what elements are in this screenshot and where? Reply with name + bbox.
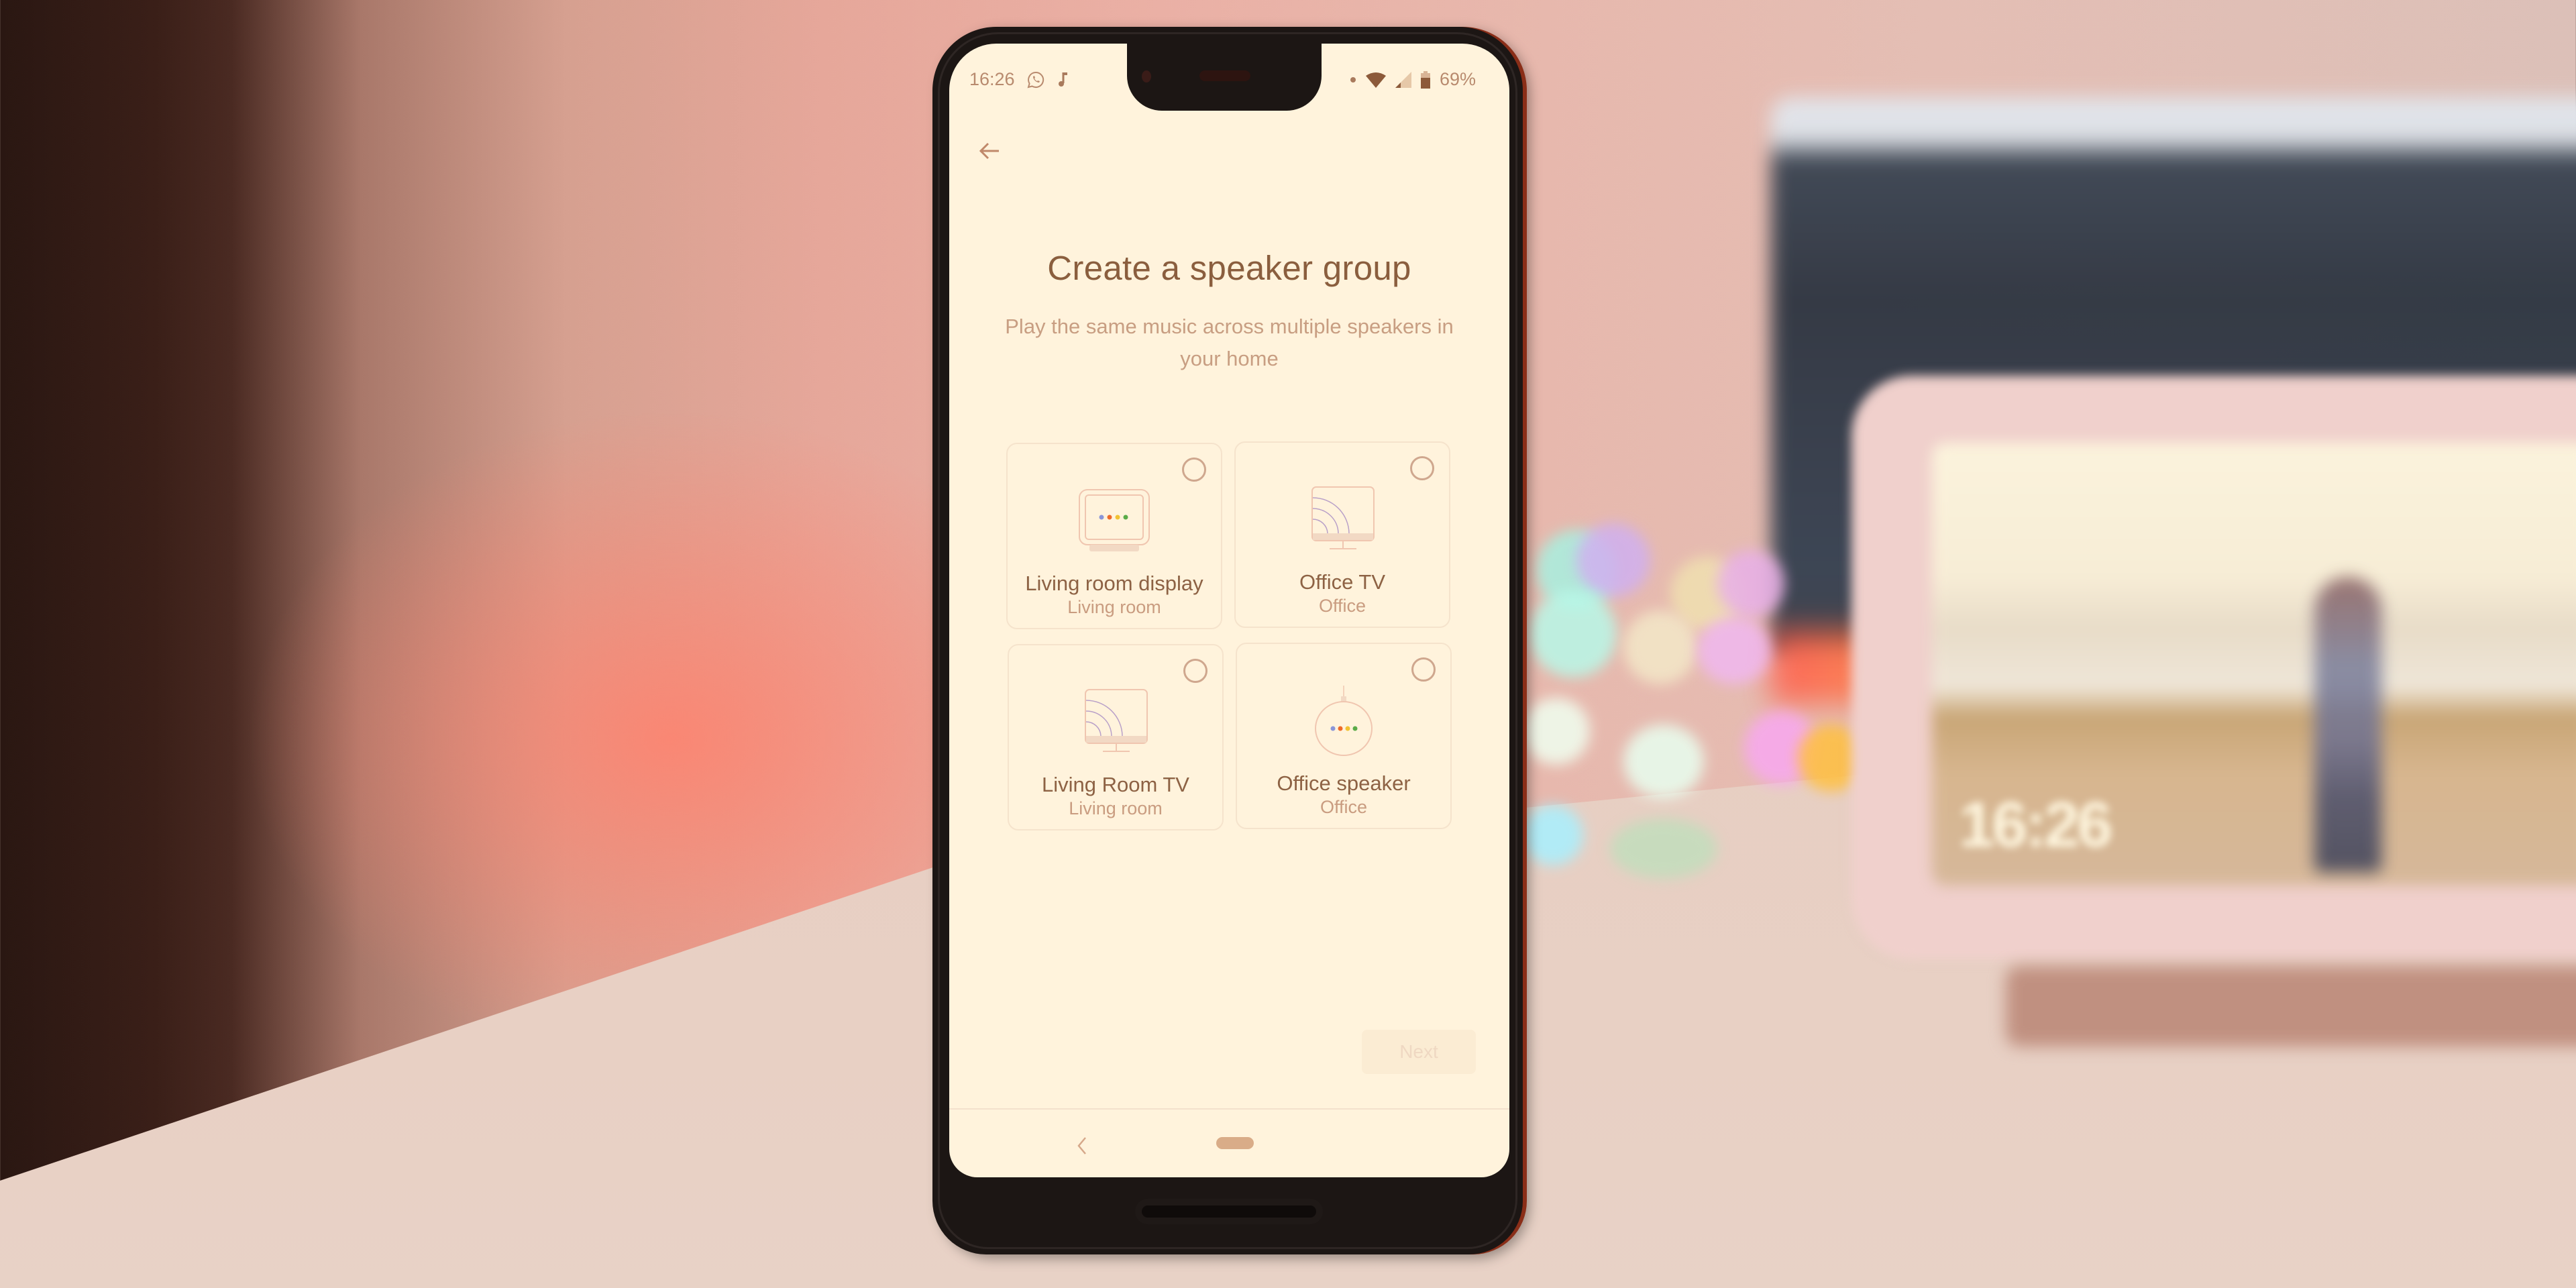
assistant-dot	[1330, 726, 1336, 731]
notification-dot-icon	[1350, 76, 1356, 83]
device-name: Office speaker	[1277, 771, 1411, 795]
bokeh-light	[1523, 698, 1590, 765]
device-name: Living room display	[1025, 572, 1203, 595]
nest-hub-clock: 16:26	[1959, 789, 2113, 861]
status-time: 16:26	[969, 69, 1015, 89]
cast-tv-icon	[1009, 686, 1222, 766]
nav-back-button[interactable]	[1072, 1134, 1092, 1158]
battery-percent: 69%	[1439, 69, 1476, 89]
next-button[interactable]: Next	[1362, 1030, 1476, 1074]
bokeh-light	[1623, 724, 1704, 798]
assistant-dot	[1345, 726, 1350, 731]
device-room: Living room	[1067, 597, 1161, 617]
assistant-dot	[1352, 726, 1358, 731]
assistant-dot	[1338, 726, 1343, 731]
phone-screen: 16:26 69% Create a speaker group Play th…	[949, 44, 1509, 1177]
smart-speaker-icon	[1237, 684, 1450, 765]
smart-display-icon	[1008, 484, 1221, 565]
page-title: Create a speaker group	[1047, 249, 1411, 287]
device-name: Office TV	[1299, 570, 1386, 594]
bokeh-light	[1697, 617, 1771, 684]
status-bar: 16:26 69%	[949, 69, 1509, 96]
music-note-icon	[1057, 71, 1069, 89]
bokeh-light	[1523, 805, 1583, 865]
device-name: Living Room TV	[1042, 773, 1189, 796]
select-radio[interactable]	[1183, 659, 1208, 683]
assistant-dot	[1099, 515, 1104, 520]
assistant-dot	[1107, 515, 1112, 520]
assistant-dot	[1115, 515, 1120, 520]
page-subtitle: Play the same music across multiple spea…	[989, 311, 1469, 375]
cellular-signal-icon	[1395, 71, 1411, 88]
bokeh-light	[1576, 523, 1650, 597]
bokeh-light	[1610, 818, 1717, 879]
back-button[interactable]	[976, 138, 1003, 164]
nav-bar-divider	[949, 1108, 1509, 1110]
arrow-left-icon	[979, 142, 999, 160]
battery-icon	[1420, 70, 1430, 89]
device-card-living-room-tv[interactable]: Living Room TV Living room	[1008, 644, 1224, 830]
device-room: Office	[1318, 596, 1366, 616]
nest-hub-base	[2006, 966, 2576, 1046]
whatsapp-icon	[1027, 71, 1044, 89]
device-card-office-speaker[interactable]: Office speaker Office	[1236, 643, 1452, 829]
select-radio[interactable]	[1411, 657, 1436, 682]
select-radio[interactable]	[1410, 456, 1434, 480]
nav-back-icon	[1077, 1137, 1086, 1155]
cast-tv-icon	[1236, 483, 1449, 564]
subtitle-line-1: Play the same music across multiple spea…	[1005, 315, 1454, 338]
nest-hub-photo-person	[2314, 577, 2381, 872]
bokeh-light	[1529, 590, 1617, 678]
subtitle-line-2: your home	[1180, 347, 1279, 370]
home-pill-button[interactable]	[1216, 1137, 1254, 1149]
select-radio[interactable]	[1182, 458, 1206, 482]
assistant-dot	[1123, 515, 1128, 520]
phone-bottom-speaker	[1142, 1205, 1316, 1218]
device-room: Living room	[1069, 798, 1163, 818]
device-card-office-tv[interactable]: Office TV Office	[1234, 441, 1450, 628]
wifi-icon	[1365, 72, 1386, 88]
bokeh-light	[1623, 610, 1697, 684]
device-room: Office	[1320, 797, 1368, 817]
bokeh-light	[1717, 550, 1784, 617]
device-card-living-room-display[interactable]: Living room display Living room	[1006, 443, 1222, 629]
